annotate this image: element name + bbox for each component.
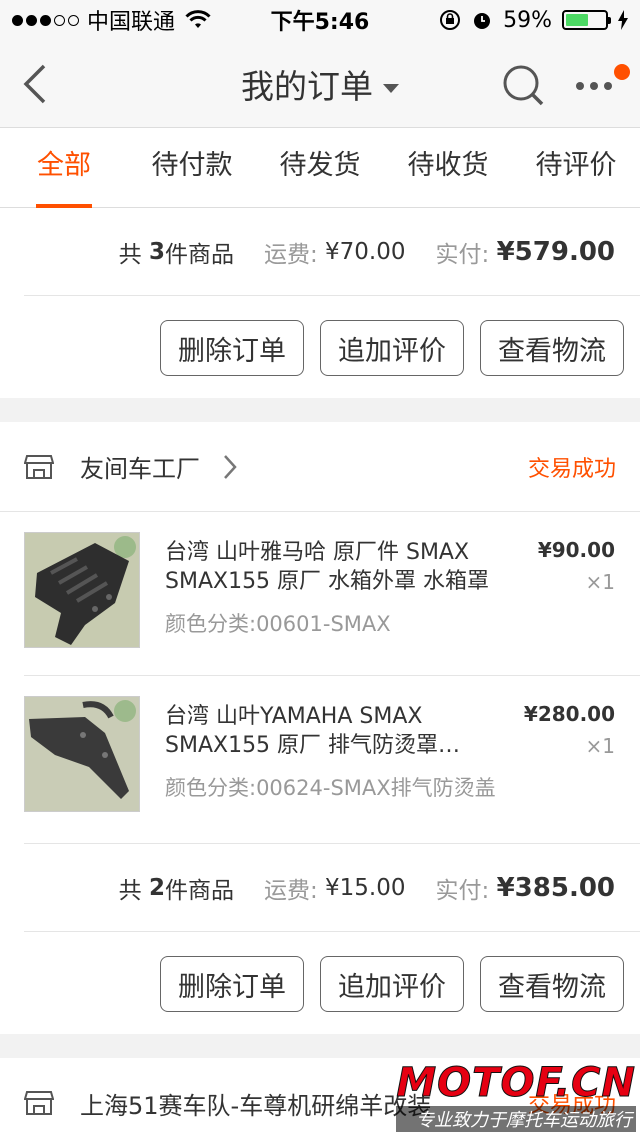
tab-pending-receipt[interactable]: 待收货 [384, 128, 512, 208]
paid-amount: ¥579.00 [496, 236, 615, 267]
shipping-label: 运费: [263, 877, 318, 904]
rotation-lock-icon [440, 10, 461, 30]
shop-name: 友间车工厂 [80, 455, 200, 483]
count-prefix: 共 [118, 877, 142, 904]
order-summary: 共 3 件商品 运费: ¥70.00 实付: ¥579.00 [24, 208, 640, 296]
view-logistics-button[interactable]: 查看物流 [480, 320, 624, 376]
order-item[interactable]: 台湾 山叶雅马哈 原厂件 SMAX SMAX155 原厂 水箱外罩 水箱罩 颜色… [24, 512, 640, 676]
exhaust-guard-image [25, 697, 139, 811]
notification-badge [614, 64, 630, 80]
search-icon [503, 65, 544, 106]
product-title: 台湾 山叶雅马哈 原厂件 SMAX SMAX155 原厂 水箱外罩 水箱罩 [165, 540, 490, 594]
order-actions: 删除订单 追加评价 查看物流 [0, 296, 640, 400]
order-status: 交易成功 [527, 1093, 616, 1118]
wifi-icon [185, 10, 211, 28]
count-prefix: 共 [118, 241, 142, 268]
more-icon-dot [590, 82, 598, 90]
view-logistics-button[interactable]: 查看物流 [480, 956, 624, 1012]
more-icon [576, 82, 584, 90]
product-image [24, 696, 140, 812]
order-card: 友间车工厂 交易成功 台湾 山叶雅马哈 原厂件 SMAX SMAX155 原厂 … [0, 422, 640, 1034]
order-item[interactable]: 台湾 山叶YAMAHA SMAX SMAX155 原厂 排气防烫罩… 颜色分类:… [24, 676, 640, 844]
order-card: 共 3 件商品 运费: ¥70.00 实付: ¥579.00 删除订单 追加评价 … [0, 208, 640, 398]
product-spec: 颜色分类:00601-SMAX [165, 612, 391, 636]
shipping-fee: ¥70.00 [325, 238, 406, 265]
item-count: 3 [148, 238, 165, 265]
caret-down-icon [383, 83, 399, 93]
product-quantity: ×1 [585, 734, 615, 758]
radiator-cover-image [25, 533, 139, 647]
count-suffix: 件商品 [164, 877, 234, 904]
product-title: 台湾 山叶YAMAHA SMAX SMAX155 原厂 排气防烫罩… [165, 704, 461, 758]
order-card: 上海51赛车队-车尊机研绵羊改装 交易成功 [0, 1058, 640, 1136]
shipping-fee: ¥15.00 [325, 874, 406, 901]
battery-percent: 59% [503, 7, 552, 33]
item-count: 2 [148, 874, 165, 901]
nav-bar: 我的订单 [0, 40, 640, 128]
product-spec: 颜色分类:00624-SMAX排气防烫盖 [165, 776, 496, 800]
order-actions: 删除订单 追加评价 查看物流 [0, 932, 640, 1036]
paid-label: 实付: [435, 241, 490, 268]
alarm-icon [474, 13, 491, 29]
charging-icon [618, 10, 628, 30]
delete-order-button[interactable]: 删除订单 [160, 956, 304, 1012]
delete-order-button[interactable]: 删除订单 [160, 320, 304, 376]
more-button[interactable] [572, 64, 632, 104]
tab-pending-shipment[interactable]: 待发货 [256, 128, 384, 208]
count-suffix: 件商品 [164, 241, 234, 268]
product-price: ¥280.00 [523, 702, 615, 726]
order-summary: 共 2 件商品 运费: ¥15.00 实付: ¥385.00 [24, 844, 640, 932]
battery-icon [562, 10, 611, 30]
paid-amount: ¥385.00 [496, 872, 615, 903]
product-price: ¥90.00 [537, 538, 615, 562]
shop-header[interactable]: 上海51赛车队-车尊机研绵羊改装 交易成功 [0, 1058, 640, 1136]
tab-pending-review[interactable]: 待评价 [512, 128, 640, 208]
shop-icon [24, 454, 54, 479]
tab-all[interactable]: 全部 [0, 128, 128, 208]
add-review-button[interactable]: 追加评价 [320, 320, 464, 376]
shop-icon [24, 1091, 54, 1115]
paid-label: 实付: [435, 877, 490, 904]
order-status: 交易成功 [527, 456, 616, 482]
more-icon-dot [604, 82, 612, 90]
shipping-label: 运费: [263, 241, 318, 268]
tab-pending-payment[interactable]: 待付款 [128, 128, 256, 208]
carrier-name: 中国联通 [87, 10, 176, 35]
shop-header[interactable]: 友间车工厂 交易成功 [0, 422, 640, 512]
product-quantity: ×1 [585, 570, 615, 594]
chevron-right-icon [224, 454, 237, 479]
signal-strength-icon [12, 14, 79, 26]
status-bar: 中国联通 下午5:46 59% [0, 0, 640, 40]
add-review-button[interactable]: 追加评价 [320, 956, 464, 1012]
shop-name: 上海51赛车队-车尊机研绵羊改装 [80, 1091, 432, 1120]
search-button[interactable] [500, 62, 546, 108]
product-image [24, 532, 140, 648]
page-title: 我的订单 [241, 66, 373, 106]
order-tabs: 全部 待付款 待发货 待收货 待评价 [0, 128, 640, 208]
